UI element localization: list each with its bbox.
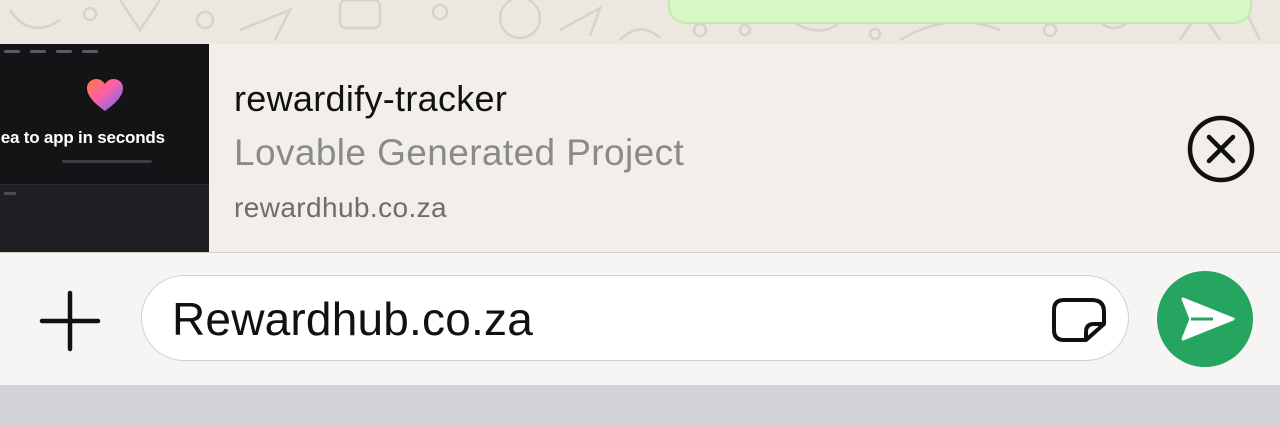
- message-input[interactable]: Rewardhub.co.za: [141, 275, 1129, 361]
- thumbnail-nav: [4, 50, 98, 53]
- thumbnail-headline: idea to app in seconds: [0, 128, 165, 147]
- preview-domain: rewardhub.co.za: [234, 192, 448, 223]
- link-preview: idea to app in seconds rewardify-tracker…: [0, 44, 1280, 252]
- preview-title: rewardify-tracker: [234, 78, 508, 119]
- send-button[interactable]: [1157, 271, 1253, 367]
- close-circle-icon: [1187, 115, 1255, 183]
- send-icon: [1181, 297, 1235, 341]
- thumbnail-subtext: [62, 160, 152, 163]
- heart-logo-icon: [87, 79, 123, 111]
- plus-icon: [39, 290, 101, 352]
- message-bubble: [668, 0, 1252, 24]
- thumbnail-panel: [0, 184, 209, 252]
- sticker-icon: [1052, 298, 1106, 342]
- keyboard-area: [0, 385, 1280, 425]
- message-input-value: Rewardhub.co.za: [172, 293, 533, 345]
- preview-description: Lovable Generated Project: [234, 132, 685, 173]
- attach-button[interactable]: [38, 289, 102, 353]
- close-preview-button[interactable]: [1186, 114, 1256, 184]
- preview-thumbnail: idea to app in seconds: [0, 44, 209, 252]
- message-composer: Rewardhub.co.za: [0, 253, 1280, 385]
- chat-wallpaper: [0, 0, 1280, 44]
- sticker-button[interactable]: [1050, 296, 1108, 344]
